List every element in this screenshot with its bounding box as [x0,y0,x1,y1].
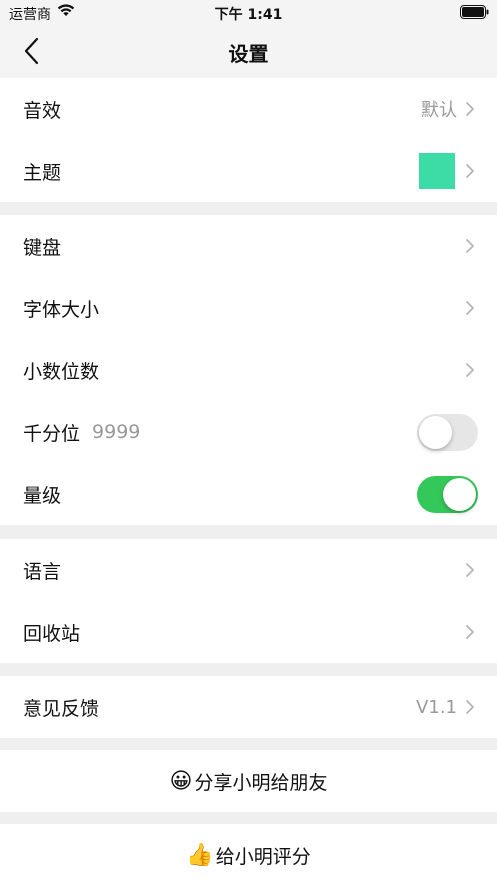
settings-row-thousands-separator: 千分位 9999 [0,401,497,463]
settings-group-display: 键盘 字体大小 小数位数 千分位 9999 量级 [0,215,497,525]
row-label: 意见反馈 [23,697,100,720]
app-version: V1.1 [416,696,457,718]
navigation-bar: 设置 [0,24,497,78]
row-label: 字体大小 [23,298,100,321]
toggle-knob [443,477,476,511]
thumbs-up-icon: 👍 [186,842,214,868]
share-app-button[interactable]: 😀 分享小明给朋友 [0,750,497,812]
chevron-right-icon [466,102,474,116]
row-label: 回收站 [23,622,81,645]
settings-group-sound-theme: 音效 默认 主题 [0,78,497,202]
theme-color-swatch [419,153,455,189]
chevron-right-icon [466,301,474,315]
settings-row-font-size[interactable]: 字体大小 [0,277,497,339]
thousands-separator-example: 9999 [92,421,141,443]
rate-app-button[interactable]: 👍 给小明评分 [0,824,497,883]
settings-row-feedback[interactable]: 意见反馈 V1.1 [0,676,497,738]
row-label: 语言 [23,560,62,583]
page-title: 设置 [228,42,269,66]
chevron-right-icon [466,363,474,377]
grinning-face-icon: 😀 [169,768,193,794]
status-time: 下午 1:41 [214,7,283,23]
battery-icon [460,5,489,19]
row-label: 键盘 [23,236,62,259]
chevron-right-icon [466,700,474,714]
row-label: 量级 [23,484,62,507]
row-label: 音效 [23,99,62,122]
rate-app-label: 给小明评分 [215,845,311,868]
row-label: 千分位 [23,422,81,445]
settings-row-magnitude: 量级 [0,463,497,525]
chevron-right-icon [466,239,474,253]
status-bar: 运营商 下午 1:41 [0,0,497,24]
settings-row-theme[interactable]: 主题 [0,140,497,202]
settings-row-language[interactable]: 语言 [0,539,497,601]
toggle-knob [419,415,452,449]
settings-group-language: 语言 回收站 [0,539,497,663]
settings-row-sound[interactable]: 音效 默认 [0,78,497,140]
chevron-right-icon [466,164,474,178]
share-app-label: 分享小明给朋友 [194,771,328,794]
settings-row-recycle-bin[interactable]: 回收站 [0,601,497,663]
row-label: 主题 [23,161,62,184]
row-value: 默认 [421,100,457,121]
row-label: 小数位数 [23,360,100,383]
chevron-right-icon [466,563,474,577]
chevron-right-icon [466,625,474,639]
magnitude-toggle[interactable] [417,475,478,513]
settings-row-decimal-places[interactable]: 小数位数 [0,339,497,401]
settings-group-feedback: 意见反馈 V1.1 [0,676,497,738]
thousands-separator-toggle[interactable] [417,413,478,451]
settings-row-keyboard[interactable]: 键盘 [0,215,497,277]
